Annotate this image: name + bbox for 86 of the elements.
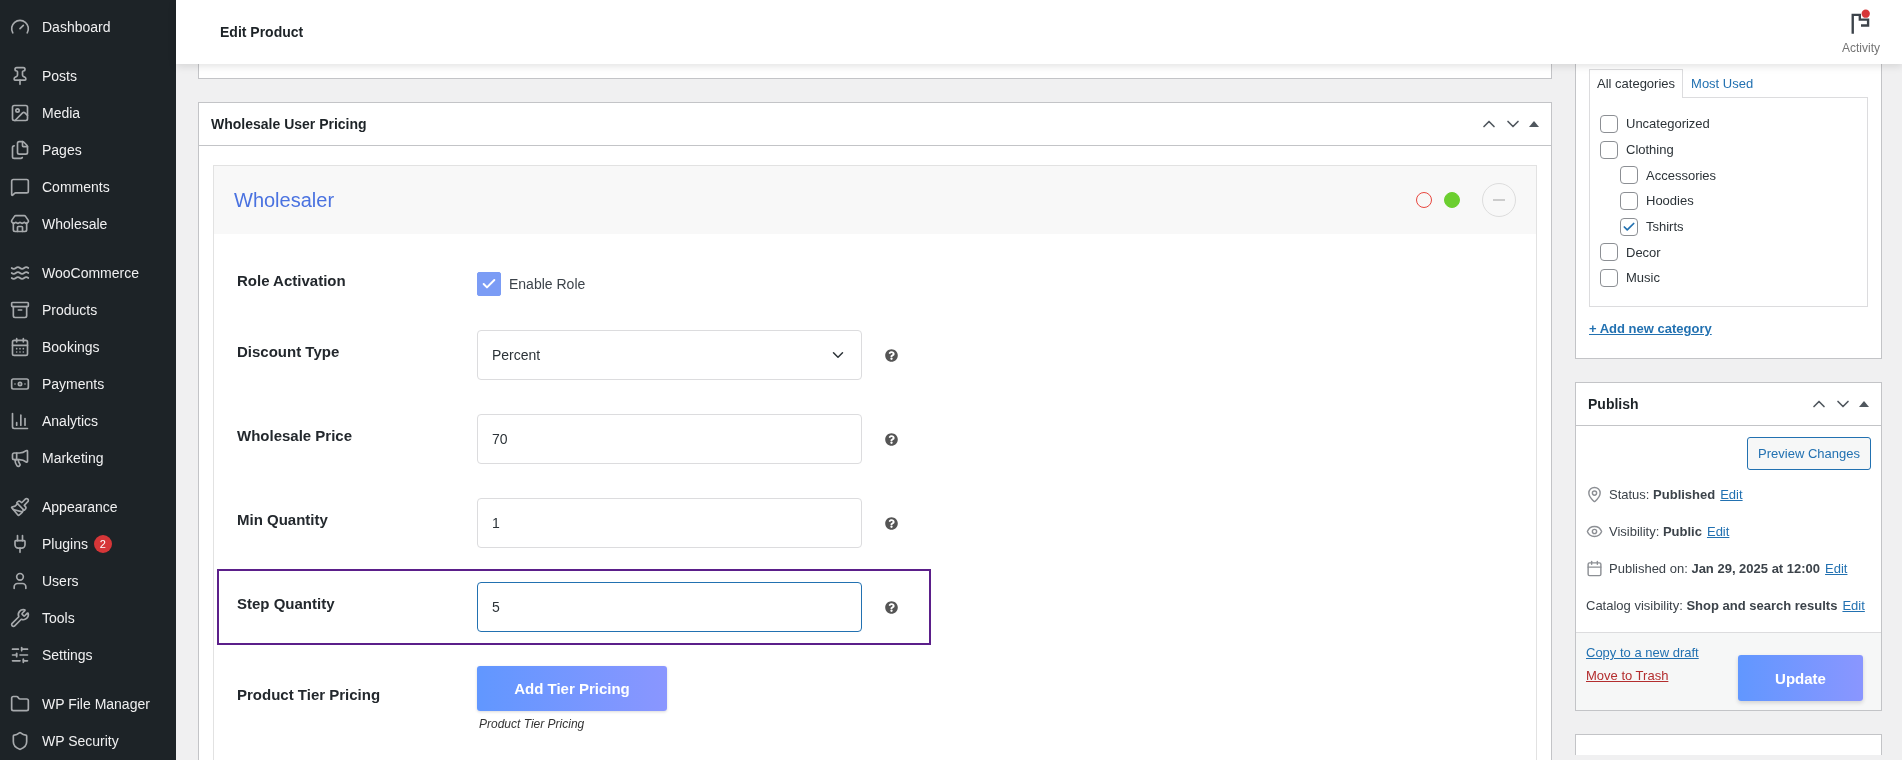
sidebar-item[interactable]: Products: [0, 291, 176, 328]
wrench-icon: [10, 607, 30, 628]
calendar-icon: [1586, 560, 1604, 577]
edit-link[interactable]: Edit: [1842, 598, 1865, 613]
folder-icon: [10, 693, 30, 714]
category-label: Clothing: [1626, 142, 1674, 158]
checkbox[interactable]: [1620, 166, 1638, 185]
meta-text: Visibility: Public: [1609, 524, 1702, 539]
pages-icon: [10, 139, 30, 160]
field-label: Step Quantity: [237, 594, 336, 612]
calendar-icon: [10, 336, 30, 357]
sidebar-item[interactable]: Dashboard: [0, 8, 176, 45]
paintbrush-icon: [10, 496, 30, 517]
checkbox[interactable]: [1600, 114, 1618, 133]
panel-title: Publish: [1588, 396, 1639, 412]
checkbox[interactable]: [1600, 268, 1618, 287]
megaphone-icon: [10, 447, 30, 468]
edit-link[interactable]: Edit: [1706, 524, 1730, 539]
edit-link[interactable]: Edit: [1720, 487, 1743, 502]
sidebar-item[interactable]: Bookings: [0, 328, 176, 365]
sidebar-item[interactable]: WP File Manager: [0, 685, 176, 722]
caption: Product Tier Pricing: [478, 717, 585, 731]
pin-icon: [10, 65, 30, 86]
pin-icon: [1586, 486, 1604, 503]
status-dot[interactable]: [1444, 192, 1460, 208]
sidebar-item[interactable]: Plugins 2: [0, 525, 176, 562]
media-icon: [10, 102, 30, 123]
panel-title: Wholesale User Pricing: [211, 116, 367, 132]
field-label: Role Activation: [237, 271, 347, 289]
activity-button[interactable]: Activity: [1836, 8, 1886, 56]
sidebar-item[interactable]: Media: [0, 94, 176, 131]
checkbox-label: Enable Role: [509, 276, 586, 292]
sliders-icon: [10, 644, 30, 665]
category-label: Uncategorized: [1626, 116, 1710, 132]
checkbox[interactable]: [1620, 217, 1638, 236]
category-label: Hoodies: [1646, 193, 1694, 209]
category-label: Tshirts: [1646, 219, 1684, 235]
edit-link[interactable]: Edit: [1825, 561, 1848, 576]
field-label: Min Quantity: [237, 510, 329, 528]
checkbox[interactable]: [1600, 140, 1618, 159]
add-category-link[interactable]: + Add new category: [1589, 321, 1712, 336]
bar-chart-icon: [10, 410, 30, 431]
role-name: Wholesaler: [234, 188, 335, 212]
checkbox[interactable]: [1620, 191, 1638, 210]
preview-button[interactable]: Preview Changes: [1747, 437, 1871, 470]
sidebar-item[interactable]: Users: [0, 562, 176, 599]
user-icon: [10, 570, 30, 591]
sidebar-item[interactable]: Wholesale: [0, 205, 176, 242]
category-label: Accessories: [1646, 167, 1717, 183]
field-label: Discount Type: [237, 342, 341, 360]
meta-text: Published on: Jan 29, 2025 at 12:00: [1609, 561, 1821, 576]
meta-text: Status: Published: [1609, 487, 1716, 502]
tab[interactable]: Most Used: [1683, 69, 1762, 98]
checkbox[interactable]: [477, 272, 501, 296]
sidebar-item[interactable]: Tools: [0, 599, 176, 636]
eye-icon: [1586, 523, 1604, 540]
checkbox[interactable]: [1600, 243, 1618, 262]
meta-text: Catalog visibility: Shop and search results: [1586, 598, 1838, 613]
input-field[interactable]: 70: [477, 414, 862, 464]
sidebar-item[interactable]: WP Security: [0, 722, 176, 759]
field-label: Wholesale Price: [237, 426, 354, 444]
sidebar-item[interactable]: WooCommerce: [0, 254, 176, 291]
trash-link[interactable]: Move to Trash: [1586, 668, 1699, 683]
archive-icon: [10, 299, 30, 320]
shield-icon: [10, 730, 30, 751]
sidebar-item[interactable]: Settings: [0, 636, 176, 673]
store-icon: [10, 213, 30, 234]
tab[interactable]: All categories: [1589, 69, 1684, 98]
copy-draft-link[interactable]: Copy to a new draft: [1586, 645, 1699, 660]
sidebar-item[interactable]: Comments: [0, 168, 176, 205]
minus-icon: [1493, 199, 1505, 201]
comment-icon: [10, 176, 30, 197]
field-label: Product Tier Pricing: [237, 686, 382, 703]
sidebar-item[interactable]: Analytics: [0, 402, 176, 439]
category-label: Music: [1626, 270, 1660, 286]
sidebar-item[interactable]: Payments: [0, 365, 176, 402]
input-field[interactable]: 5: [477, 582, 862, 632]
sidebar-item[interactable]: Marketing: [0, 439, 176, 476]
page-title: Edit Product: [220, 24, 304, 40]
sidebar-item[interactable]: Pages: [0, 131, 176, 168]
category-label: Decor: [1626, 244, 1661, 260]
select-field[interactable]: Percent: [477, 330, 862, 380]
sidebar-item[interactable]: Posts: [0, 57, 176, 94]
count-badge: 2: [93, 534, 112, 553]
input-field[interactable]: 1: [477, 498, 862, 548]
sidebar-item[interactable]: Appearance: [0, 488, 176, 525]
